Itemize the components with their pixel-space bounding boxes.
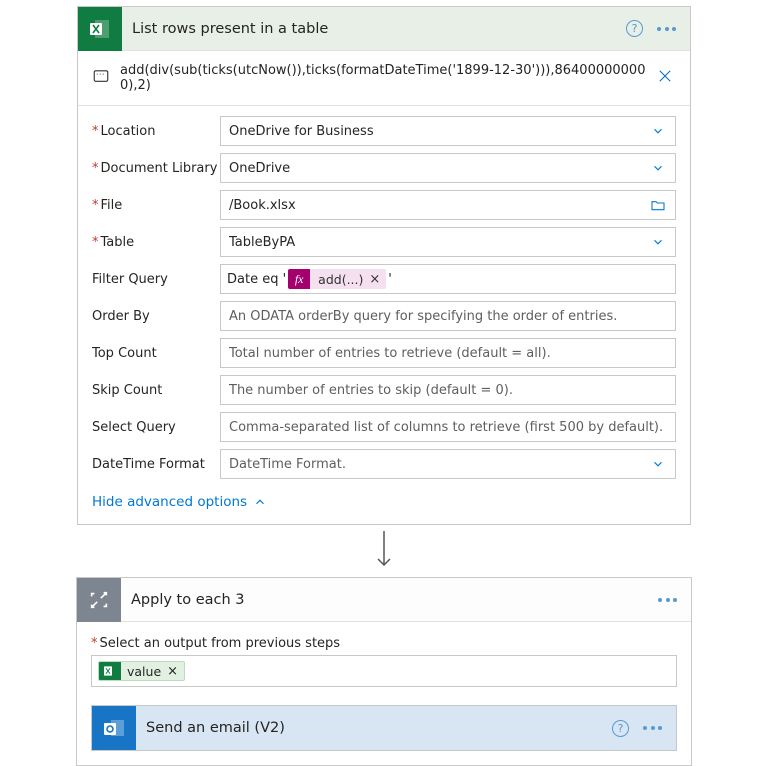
excel-icon (78, 7, 122, 51)
expression-icon (92, 67, 110, 89)
datetime-format-dropdown[interactable]: DateTime Format. (220, 449, 676, 479)
chevron-down-icon (649, 457, 667, 471)
help-icon[interactable]: ? (626, 20, 643, 37)
label-location: Location (92, 124, 220, 139)
chevron-down-icon (649, 161, 667, 175)
label-top-count: Top Count (92, 346, 220, 361)
order-by-input[interactable]: An ODATA orderBy query for specifying th… (220, 301, 676, 331)
form: Location OneDrive for Business Document … (78, 106, 690, 488)
expression-pill[interactable]: fx add(...) × (288, 269, 386, 289)
remove-pill-icon[interactable]: × (369, 269, 386, 289)
label-skip-count: Skip Count (92, 383, 220, 398)
list-rows-header[interactable]: List rows present in a table ? (78, 7, 690, 51)
card-title: Apply to each 3 (121, 592, 658, 608)
value-pill[interactable]: value × (98, 661, 185, 681)
filter-text-suffix: ' (388, 272, 392, 287)
label-select-query: Select Query (92, 420, 220, 435)
apply-to-each-card: Apply to each 3 Select an output from pr… (76, 577, 692, 766)
file-picker[interactable]: /Book.xlsx (220, 190, 676, 220)
select-output-input[interactable]: value × (91, 655, 677, 687)
label-datetime-format: DateTime Format (92, 457, 220, 472)
chevron-down-icon (649, 235, 667, 249)
label-filter-query: Filter Query (92, 272, 220, 287)
label-document-library: Document Library (92, 161, 220, 176)
card-title: Send an email (V2) (136, 720, 612, 736)
more-icon[interactable] (643, 726, 662, 730)
excel-icon (99, 662, 121, 680)
hide-advanced-link[interactable]: Hide advanced options (78, 488, 690, 524)
table-dropdown[interactable]: TableByPA (220, 227, 676, 257)
label-table: Table (92, 235, 220, 250)
card-title: List rows present in a table (122, 21, 626, 37)
select-query-input[interactable]: Comma-separated list of columns to retri… (220, 412, 676, 442)
filter-query-input[interactable]: Date eq ' fx add(...) × ' (220, 264, 676, 294)
chevron-up-icon (253, 495, 267, 509)
folder-icon[interactable] (649, 197, 667, 213)
remove-pill-icon[interactable]: × (167, 662, 184, 680)
label-order-by: Order By (92, 309, 220, 324)
send-email-card: Send an email (V2) ? (91, 705, 677, 751)
list-rows-card: List rows present in a table ? add(div(s… (77, 6, 691, 525)
expression-bar: add(div(sub(ticks(utcNow()),ticks(format… (78, 51, 690, 106)
top-count-input[interactable]: Total number of entries to retrieve (def… (220, 338, 676, 368)
filter-text-prefix: Date eq ' (227, 272, 286, 287)
fx-icon: fx (288, 269, 310, 289)
skip-count-input[interactable]: The number of entries to skip (default =… (220, 375, 676, 405)
chevron-down-icon (649, 124, 667, 138)
select-output-label: Select an output from previous steps (91, 636, 677, 651)
outlook-icon (92, 706, 136, 750)
document-library-dropdown[interactable]: OneDrive (220, 153, 676, 183)
apply-to-each-header[interactable]: Apply to each 3 (77, 578, 691, 622)
loop-icon (77, 578, 121, 622)
location-dropdown[interactable]: OneDrive for Business (220, 116, 676, 146)
close-icon[interactable] (656, 67, 676, 89)
expression-text[interactable]: add(div(sub(ticks(utcNow()),ticks(format… (120, 63, 646, 93)
flow-arrow-icon (0, 529, 768, 571)
more-icon[interactable] (658, 598, 677, 602)
more-icon[interactable] (657, 27, 676, 31)
send-email-header[interactable]: Send an email (V2) ? (92, 706, 676, 750)
label-file: File (92, 198, 220, 213)
help-icon[interactable]: ? (612, 720, 629, 737)
